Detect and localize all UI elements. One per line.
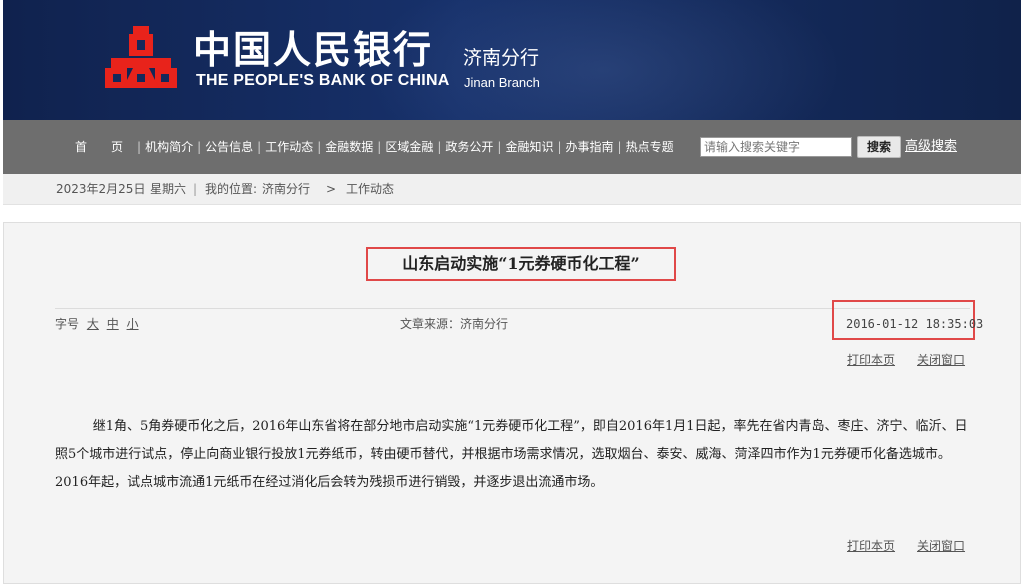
nav-item-about[interactable]: 机构简介 bbox=[143, 120, 195, 174]
nav-separator: | bbox=[557, 140, 562, 154]
nav-separator: | bbox=[137, 140, 142, 154]
nav-separator: | bbox=[377, 140, 382, 154]
search-input[interactable]: 请输入搜索关键字 bbox=[700, 137, 852, 157]
nav-item-financial-data[interactable]: 金融数据 bbox=[323, 120, 375, 174]
article-body: 继1角、5角券硬币化之后，2016年山东省将在部分地市启动实施“1元券硬币化工程… bbox=[55, 419, 968, 490]
site-header: 中国人民银行 THE PEOPLE'S BANK OF CHINA 济南分行 J… bbox=[3, 0, 1021, 120]
advanced-search-link[interactable]: 高级搜索 bbox=[905, 139, 957, 155]
nav-items: 首页 | 机构简介 | 公告信息 | 工作动态 | 金融数据 | 区域金融 | … bbox=[73, 120, 676, 174]
nav-separator: | bbox=[437, 140, 442, 154]
font-size-medium[interactable]: 中 bbox=[107, 317, 119, 331]
nav-item-hot-topics[interactable]: 热点专题 bbox=[624, 120, 676, 174]
font-size-label: 字号 bbox=[55, 317, 80, 331]
breadcrumb-divider: | bbox=[193, 182, 198, 196]
breadcrumb-item-news[interactable]: 工作动态 bbox=[346, 182, 394, 196]
current-date: 2023年2月25日 bbox=[56, 182, 146, 196]
nav-separator: | bbox=[617, 140, 622, 154]
close-window-link[interactable]: 关闭窗口 bbox=[917, 353, 965, 367]
print-page-link-bottom[interactable]: 打印本页 bbox=[847, 539, 895, 553]
branch-name-cn: 济南分行 bbox=[463, 47, 540, 69]
header-glow bbox=[363, 0, 843, 120]
article-source: 文章来源：济南分行 bbox=[400, 317, 509, 331]
bank-name-cn: 中国人民银行 bbox=[193, 27, 434, 72]
print-page-link[interactable]: 打印本页 bbox=[847, 353, 895, 367]
branch-name-en: Jinan Branch bbox=[464, 75, 540, 90]
nav-separator: | bbox=[317, 140, 322, 154]
breadcrumb-separator: > bbox=[326, 182, 337, 196]
font-size-large[interactable]: 大 bbox=[87, 317, 99, 331]
pboc-logo-icon[interactable] bbox=[103, 24, 179, 96]
nav-item-notices[interactable]: 公告信息 bbox=[203, 120, 255, 174]
nav-item-service-guide[interactable]: 办事指南 bbox=[564, 120, 616, 174]
nav-item-gov-affairs[interactable]: 政务公开 bbox=[443, 120, 495, 174]
article-datetime: 2016-01-12 18:35:03 bbox=[846, 317, 984, 331]
nav-separator: | bbox=[197, 140, 202, 154]
bank-name-en: THE PEOPLE'S BANK OF CHINA bbox=[196, 72, 450, 89]
nav-item-regional-finance[interactable]: 区域金融 bbox=[383, 120, 435, 174]
nav-separator: | bbox=[257, 140, 262, 154]
nav-separator: | bbox=[497, 140, 502, 154]
nav-item-news[interactable]: 工作动态 bbox=[263, 120, 315, 174]
article-title: 山东启动实施“1元券硬币化工程” bbox=[402, 254, 640, 273]
search-button[interactable]: 搜索 bbox=[857, 136, 901, 158]
current-weekday: 星期六 bbox=[150, 182, 187, 196]
breadcrumb-item-branch[interactable]: 济南分行 bbox=[262, 182, 310, 196]
font-size-controls: 字号 大 中 小 bbox=[55, 317, 139, 331]
breadcrumb-bar: 2023年2月25日 星期六 | 我的位置: 济南分行 > 工作动态 bbox=[3, 174, 1021, 205]
font-size-small[interactable]: 小 bbox=[127, 317, 139, 331]
breadcrumb-label: 我的位置: bbox=[205, 182, 258, 196]
nav-item-financial-knowledge[interactable]: 金融知识 bbox=[503, 120, 555, 174]
close-window-link-bottom[interactable]: 关闭窗口 bbox=[917, 539, 965, 553]
